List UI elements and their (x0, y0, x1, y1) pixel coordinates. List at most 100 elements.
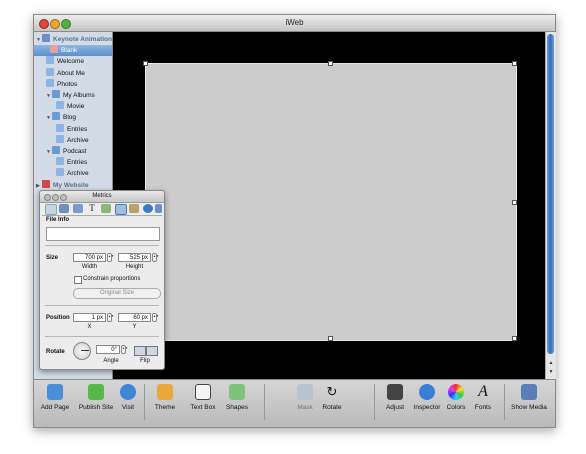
x-stepper[interactable]: ▲▼ (107, 313, 114, 322)
table-tab-icon[interactable] (129, 204, 139, 213)
original-size-button[interactable]: Original Size (73, 288, 161, 299)
sidebar-item[interactable]: Photos (46, 78, 77, 90)
inspector-tabs: T (42, 203, 162, 216)
resize-handle-ne[interactable] (512, 61, 517, 66)
mask-button[interactable]: Mask (294, 384, 316, 411)
scrollbar-thumb[interactable] (547, 34, 554, 354)
sidebar-item[interactable]: ▼ My Albums (46, 90, 95, 101)
sidebar-item-label: About Me (57, 69, 85, 77)
width-field[interactable]: 700 px (73, 253, 106, 262)
x-label: X (87, 324, 92, 330)
divider (45, 245, 159, 246)
site-icon (42, 34, 50, 42)
sidebar-item-label: My Website (53, 181, 89, 189)
divider (45, 336, 159, 337)
page-canvas[interactable] (113, 32, 545, 379)
placeholder-image[interactable] (143, 61, 517, 341)
rotate-icon: ↻ (326, 384, 338, 399)
constrain-checkbox[interactable] (74, 276, 82, 284)
link-tab-icon[interactable] (143, 204, 153, 213)
toolbar-divider (264, 384, 265, 420)
layout-tab-icon[interactable] (73, 204, 83, 213)
adjust-icon (387, 384, 403, 400)
graphic-tab-icon[interactable] (101, 204, 111, 213)
fonts-button[interactable]: A Fonts (473, 384, 493, 412)
resize-handle-e[interactable] (512, 200, 517, 205)
angle-stepper[interactable]: ▲▼ (121, 345, 128, 354)
inspector-icon (419, 384, 435, 400)
publish-site-button[interactable]: Publish Site (77, 384, 115, 411)
sidebar-item[interactable]: Blank (34, 45, 112, 57)
position-label: Position (46, 315, 70, 321)
resize-handle-n[interactable] (328, 61, 333, 66)
title-bar: iWeb (34, 15, 555, 32)
adjust-button[interactable]: Adjust (384, 384, 406, 411)
sidebar-item[interactable]: ▼ Keynote Animation (36, 34, 112, 45)
resize-handle-s[interactable] (328, 336, 333, 341)
toolbar-button-label: Colors (446, 404, 466, 411)
sidebar-item[interactable]: Entries (56, 123, 87, 135)
angle-field[interactable]: 0° (96, 345, 120, 354)
width-stepper[interactable]: ▲▼ (107, 253, 114, 262)
y-label: Y (132, 324, 137, 330)
sidebar-item[interactable]: ▼ Podcast (46, 146, 87, 157)
sidebar-item[interactable]: Welcome (46, 56, 84, 67)
height-label: Height (125, 264, 144, 270)
colors-button[interactable]: Colors (444, 384, 468, 411)
flip-vertical-button[interactable] (146, 346, 158, 356)
scroll-down-arrow-icon[interactable]: ▼ (546, 369, 556, 377)
resize-handle-nw[interactable] (143, 61, 148, 66)
metrics-title: Metrics (92, 193, 112, 199)
colors-icon (448, 384, 464, 400)
visit-icon (120, 384, 136, 400)
visit-button[interactable]: Visit (117, 384, 139, 411)
add-page-button[interactable]: Add Page (39, 384, 71, 411)
toolbar-divider (144, 384, 145, 420)
document-tab-icon[interactable] (45, 204, 57, 215)
toolbar-button-label: Adjust (385, 404, 405, 411)
sidebar-item[interactable]: Archive (56, 168, 89, 179)
height-stepper[interactable]: ▲▼ (152, 253, 159, 262)
height-field[interactable]: 525 px (118, 253, 151, 262)
page-icon (56, 123, 64, 132)
sidebar-item[interactable]: Entries (56, 157, 87, 168)
y-stepper[interactable]: ▲▼ (152, 313, 159, 322)
angle-label: Angle (103, 358, 119, 364)
vertical-scrollbar[interactable]: ▲ ▼ (545, 32, 556, 379)
rotate-button[interactable]: ↻ Rotate (319, 384, 345, 411)
theme-icon (157, 384, 173, 400)
toolbar-button-label: Rotate (322, 404, 342, 411)
sidebar-item-label: Archive (67, 136, 89, 144)
text-box-button[interactable]: Text Box (188, 384, 218, 411)
sidebar-item-label: My Albums (63, 92, 95, 99)
page-tab-icon[interactable] (59, 204, 69, 213)
sidebar-item[interactable]: Archive (56, 134, 89, 146)
sidebar-item[interactable]: ▼ Blog (46, 112, 76, 123)
sidebar-item[interactable]: Movie (56, 101, 84, 112)
podcast-icon (52, 146, 60, 154)
text-tab-icon[interactable]: T (87, 204, 97, 213)
sidebar-item[interactable]: About Me (46, 67, 85, 79)
rotate-wheel-indicator (81, 350, 89, 351)
qt-tab-icon[interactable] (155, 204, 162, 213)
sidebar-item-label: Podcast (63, 148, 87, 155)
y-field[interactable]: 60 px (118, 313, 151, 322)
publish-icon (88, 384, 104, 400)
text-box-icon (195, 384, 211, 400)
flip-label: Flip (140, 358, 150, 364)
bottom-toolbar: Add Page Publish Site Visit Theme Text Box Sh… (34, 379, 555, 427)
flip-horizontal-button[interactable] (134, 346, 146, 356)
sidebar-item[interactable]: ▶ My Website (36, 179, 89, 191)
inspector-button[interactable]: Inspector (412, 384, 442, 411)
rotate-label: Rotate (46, 349, 65, 355)
theme-button[interactable]: Theme (151, 384, 179, 411)
show-media-button[interactable]: Show Media (509, 384, 549, 411)
scroll-up-arrow-icon[interactable]: ▲ (546, 360, 556, 368)
toolbar-button-label: Publish Site (78, 404, 114, 411)
rotate-wheel[interactable] (73, 342, 91, 360)
metrics-tab-icon[interactable] (115, 204, 127, 215)
resize-handle-se[interactable] (512, 336, 517, 341)
x-field[interactable]: 1 px (73, 313, 106, 322)
page-icon (56, 157, 64, 166)
shapes-button[interactable]: Shapes (223, 384, 251, 411)
